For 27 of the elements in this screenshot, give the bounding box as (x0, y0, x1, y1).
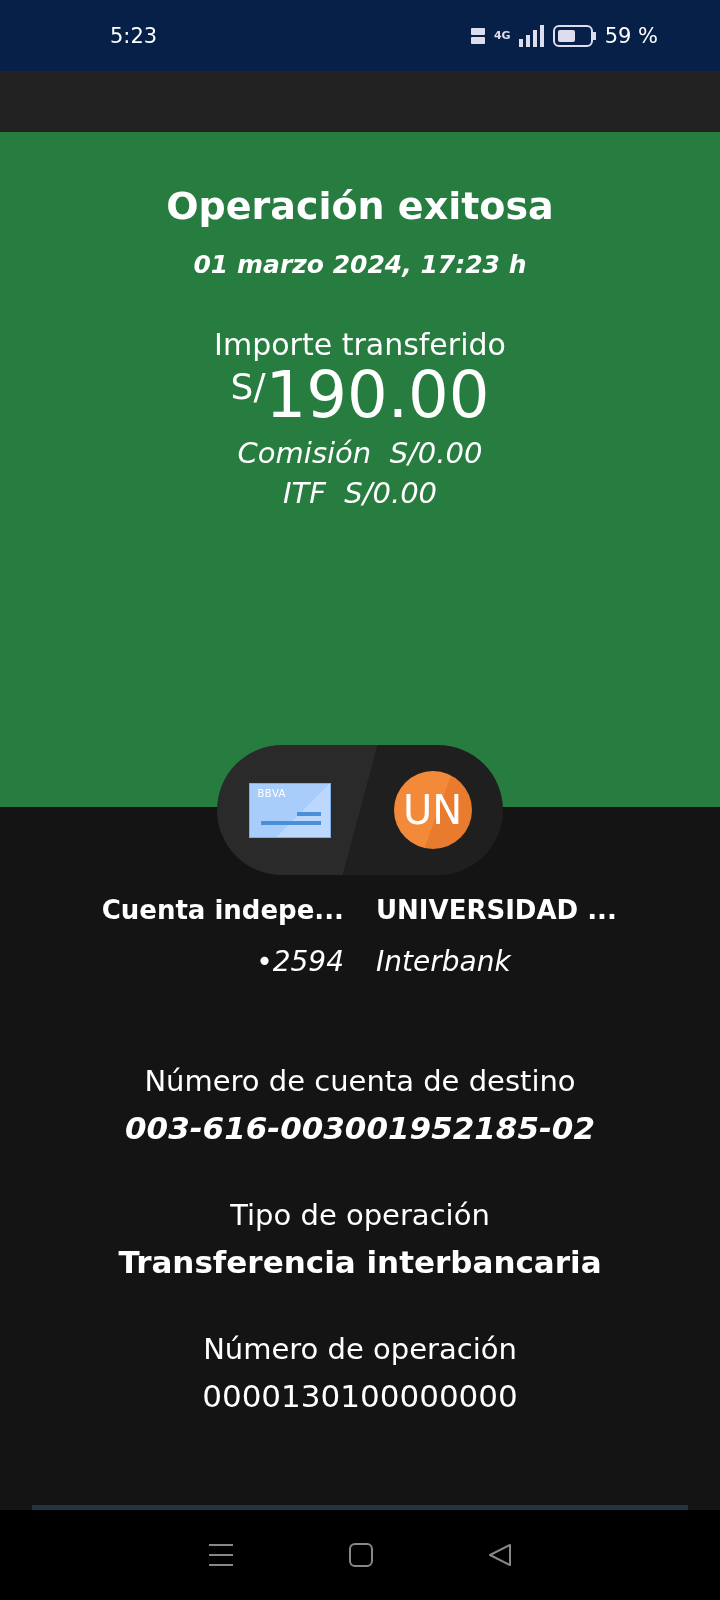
home-icon[interactable] (349, 1543, 373, 1567)
detail-label: Tipo de operación (230, 1198, 490, 1232)
detail-label: Número de cuenta de destino (144, 1064, 576, 1098)
origin-account-name: Cuenta indepe... (101, 895, 344, 925)
amount-label: Importe transferido (214, 327, 506, 362)
battery-icon (552, 24, 597, 47)
commission-text: Comisión S/0.00 (237, 436, 483, 471)
currency-symbol: S/ (230, 366, 266, 407)
detail-value: 003-616-003001952185-02 (125, 1110, 595, 1146)
back-icon[interactable] (488, 1543, 513, 1567)
origin-account-number: •2594 (256, 945, 344, 978)
detail-value: Transferencia interbancaria (118, 1244, 602, 1280)
recipient-avatar: UN (393, 771, 472, 849)
network-type: 4G (493, 29, 511, 42)
menu-icon[interactable] (207, 1543, 234, 1567)
signal-icon (518, 24, 545, 47)
recipient-name: UNIVERSIDAD ... (376, 895, 617, 925)
operation-date: 01 marzo 2024, 17:23 h (193, 250, 527, 279)
success-title: Operación exitosa (166, 184, 554, 228)
battery-percent: 59 % (604, 23, 658, 48)
amount-value: 190.00 (265, 360, 490, 431)
detail-value: 0000130100000000 (202, 1378, 518, 1414)
status-time: 5:23 (110, 23, 158, 48)
recipient-bank: Interbank (376, 945, 511, 978)
itf-text: ITF S/0.00 (282, 476, 438, 511)
card-logo-text: BBVA (257, 787, 286, 799)
detail-label: Número de operación (203, 1332, 517, 1366)
